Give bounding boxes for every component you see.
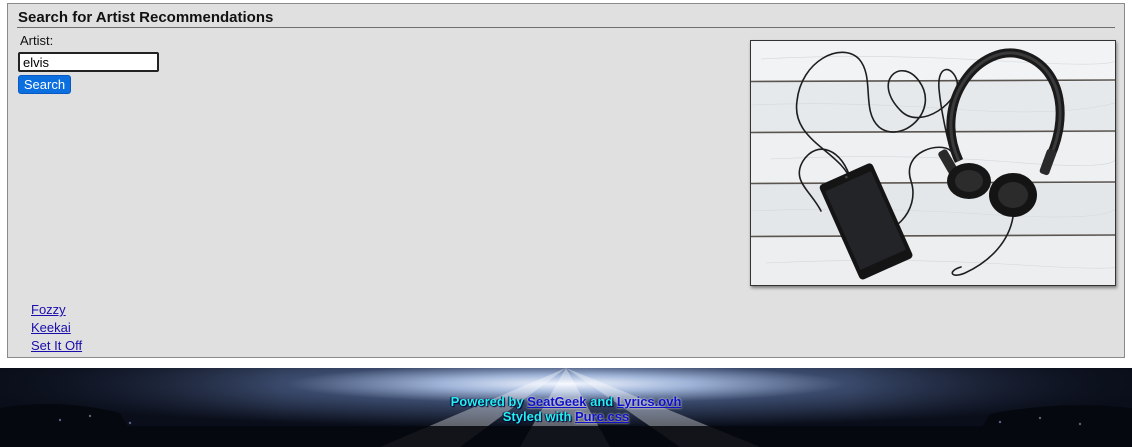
artist-link[interactable]: Keekai — [31, 320, 71, 335]
artist-link[interactable]: Set It Off — [31, 338, 82, 353]
powered-by-line: Powered by SeatGeek and Lyrics.ovh — [0, 394, 1132, 409]
search-button[interactable]: Search — [18, 75, 71, 94]
artist-label: Artist: — [20, 33, 54, 48]
artist-input[interactable] — [18, 52, 159, 72]
title-divider — [17, 27, 1115, 28]
lyrics-ovh-link[interactable]: Lyrics.ovh — [617, 394, 682, 409]
page-title: Search for Artist Recommendations — [18, 9, 274, 26]
and-text: and — [590, 394, 614, 409]
powered-prefix: Powered by — [450, 394, 524, 409]
search-panel: Search for Artist Recommendations Artist… — [7, 3, 1125, 358]
styled-with-line: Styled with Pure.css — [0, 409, 1132, 424]
recommendation-list: Fozzy Keekai Set It Off — [31, 301, 82, 355]
purecss-link[interactable]: Pure.css — [575, 409, 629, 424]
artist-link[interactable]: Fozzy — [31, 302, 66, 317]
footer: Powered by SeatGeek and Lyrics.ovh Style… — [0, 368, 1132, 447]
seatgeek-link[interactable]: SeatGeek — [527, 394, 586, 409]
footer-credits: Powered by SeatGeek and Lyrics.ovh Style… — [0, 394, 1132, 424]
list-item: Set It Off — [31, 337, 82, 355]
headphones-phone-photo — [750, 40, 1116, 286]
list-item: Fozzy — [31, 301, 82, 319]
styled-prefix: Styled with — [502, 409, 572, 424]
list-item: Keekai — [31, 319, 82, 337]
